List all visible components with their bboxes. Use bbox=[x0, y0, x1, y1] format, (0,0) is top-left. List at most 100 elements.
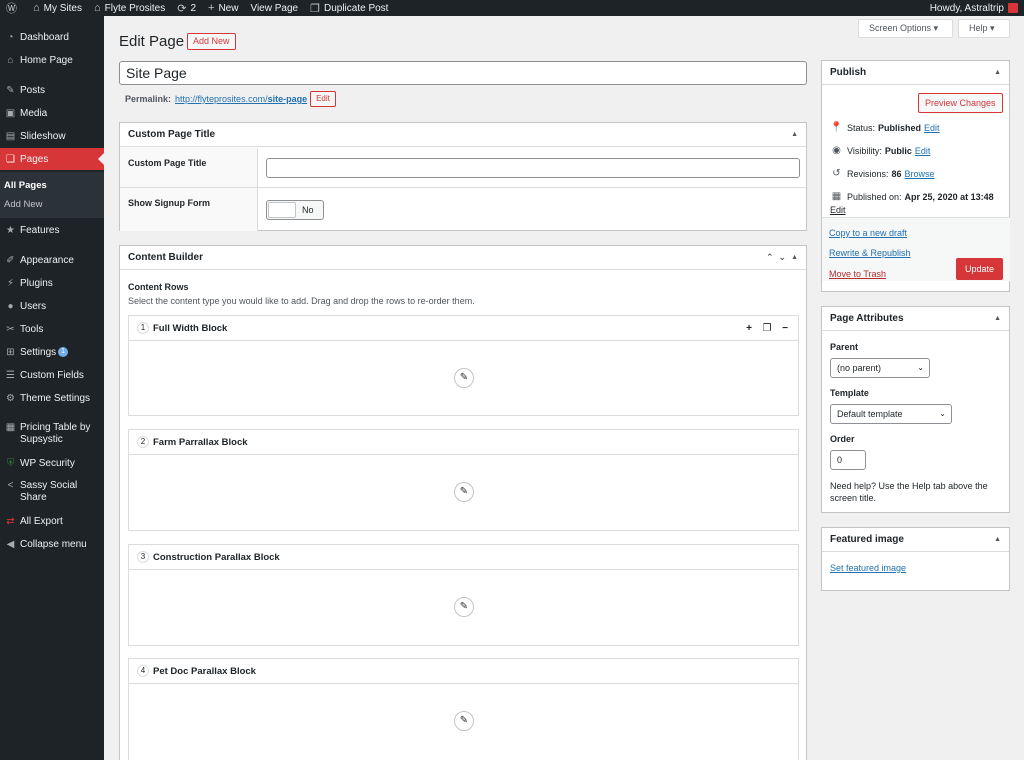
duplicate-row-icon[interactable]: ❐ bbox=[762, 323, 772, 334]
sidebar-item-slideshow[interactable]: ▤ Slideshow bbox=[0, 125, 104, 147]
row-number: 4 bbox=[137, 665, 149, 677]
sidebar-item-media[interactable]: ▣ Media bbox=[0, 102, 104, 124]
order-input[interactable]: 0 bbox=[830, 450, 866, 470]
published-value: Apr 25, 2020 at 13:48 bbox=[904, 191, 994, 202]
featured-image-header[interactable]: Featured image ▲ bbox=[822, 528, 1009, 552]
sidebar-item-home-page[interactable]: ⌂ Home Page bbox=[0, 49, 104, 71]
sidebar-label: Pricing Table by Supsystic bbox=[20, 422, 91, 445]
remove-row-icon[interactable]: − bbox=[780, 323, 790, 334]
row-header[interactable]: 2 Farm Parrallax Block bbox=[129, 430, 798, 455]
collapse-arrow-icon[interactable]: ▲ bbox=[994, 69, 1001, 76]
sidebar-item-tools[interactable]: ✂ Tools bbox=[0, 318, 104, 340]
sidebar-item-all-export[interactable]: ⇄ All Export bbox=[0, 510, 104, 532]
revisions-line: ↺ Revisions: 86 Browse bbox=[830, 168, 935, 179]
sidebar-item-custom-fields[interactable]: ☰ Custom Fields bbox=[0, 364, 104, 386]
visibility-edit-link[interactable]: Edit bbox=[915, 146, 931, 156]
featured-image-box: Featured image ▲ Set featured image bbox=[821, 527, 1010, 591]
published-on-line: ▦ Published on: Apr 25, 2020 at 13:48 bbox=[830, 191, 997, 202]
pin-icon: ✎ bbox=[6, 84, 15, 96]
edit-pencil-icon[interactable]: ✎ bbox=[454, 482, 474, 502]
page-attributes-box: Page Attributes ▲ Parent (no parent) ⌄ Tem… bbox=[821, 306, 1010, 513]
updates-menu[interactable]: ⟳ 2 bbox=[171, 0, 202, 16]
my-sites-menu[interactable]: ⌂ My Sites bbox=[27, 0, 88, 16]
sidebar-item-theme-settings[interactable]: ⚙ Theme Settings bbox=[0, 387, 104, 409]
screen-options-button[interactable]: Screen Options ▾ bbox=[858, 19, 953, 38]
account-menu[interactable]: Howdy, Astraltrip bbox=[924, 0, 1024, 16]
parent-label: Parent bbox=[830, 342, 859, 352]
move-to-trash-link[interactable]: Move to Trash bbox=[829, 269, 886, 279]
row-header[interactable]: 3 Construction Parallax Block bbox=[129, 545, 798, 570]
sidebar-item-posts[interactable]: ✎ Posts bbox=[0, 79, 104, 101]
collapse-arrow-icon[interactable]: ▲ bbox=[791, 131, 798, 138]
eye-icon: ◉ bbox=[832, 145, 841, 156]
sidebar-item-features[interactable]: ★ Features bbox=[0, 219, 104, 241]
sidebar-item-users[interactable]: ● Users bbox=[0, 295, 104, 317]
sidebar-item-sassy-social-share[interactable]: < Sassy Social Share bbox=[0, 476, 104, 506]
set-featured-image-link[interactable]: Set featured image bbox=[830, 563, 906, 573]
collapse-arrow-icon[interactable]: ▲ bbox=[791, 254, 798, 261]
avatar bbox=[1008, 3, 1018, 13]
settings-badge: 1 bbox=[58, 347, 69, 357]
row-number: 1 bbox=[137, 322, 149, 334]
browse-revisions-link[interactable]: Browse bbox=[905, 169, 935, 179]
permalink-link[interactable]: http://flyteprosites.com/site-page bbox=[175, 94, 307, 104]
sidebar-item-appearance[interactable]: ✐ Appearance bbox=[0, 249, 104, 271]
sidebar-item-pages[interactable]: ❏ Pages bbox=[0, 148, 104, 170]
updates-icon: ⟳ bbox=[177, 2, 187, 15]
slideshow-icon: ▤ bbox=[5, 130, 16, 142]
publish-actions: Copy to a new draft Rewrite & Republish … bbox=[822, 217, 1010, 281]
admin-sidebar: ◔ Dashboard ⌂ Home Page ✎ Posts ▣ Media ▤ Sli… bbox=[0, 16, 104, 760]
sidebar-label: Slideshow bbox=[20, 130, 66, 142]
edit-pencil-icon[interactable]: ✎ bbox=[454, 597, 474, 617]
template-value: Default template bbox=[837, 409, 903, 419]
add-row-icon[interactable]: + bbox=[744, 323, 754, 334]
reorder-arrows-icon[interactable]: ⌃⌄ bbox=[766, 252, 791, 263]
duplicate-post-link[interactable]: ❐ Duplicate Post bbox=[304, 0, 394, 16]
chevron-down-icon: ⌄ bbox=[939, 409, 946, 418]
help-button[interactable]: Help ▾ bbox=[958, 19, 1010, 38]
site-name-menu[interactable]: ⌂ Flyte Prosites bbox=[88, 0, 171, 16]
publish-header[interactable]: Publish ▲ bbox=[822, 61, 1009, 85]
custom-page-title-input[interactable] bbox=[266, 158, 800, 178]
new-content-menu[interactable]: + New bbox=[202, 0, 244, 16]
greeting-text: Howdy, Astraltrip bbox=[929, 2, 1004, 14]
view-page-link[interactable]: View Page bbox=[244, 0, 304, 16]
sidebar-label: Tools bbox=[20, 323, 44, 335]
custom-page-title-header[interactable]: Custom Page Title ▲ bbox=[120, 123, 806, 147]
published-edit-link[interactable]: Edit bbox=[830, 205, 846, 215]
update-button[interactable]: Update bbox=[956, 258, 1004, 280]
rewrite-republish-link[interactable]: Rewrite & Republish bbox=[829, 248, 911, 258]
submenu-add-new[interactable]: Add New bbox=[4, 199, 43, 210]
sidebar-label: Media bbox=[20, 107, 48, 119]
pin-icon: 📍 bbox=[830, 122, 843, 133]
row-header[interactable]: 4 Pet Doc Parallax Block bbox=[129, 659, 798, 684]
signup-form-toggle[interactable]: No bbox=[266, 200, 324, 220]
status-edit-link[interactable]: Edit bbox=[924, 123, 940, 133]
copy-to-draft-link[interactable]: Copy to a new draft bbox=[829, 228, 907, 238]
table-icon: ▦ bbox=[5, 422, 16, 433]
page-attributes-header[interactable]: Page Attributes ▲ bbox=[822, 307, 1009, 331]
field-label: Show Signup Form bbox=[120, 188, 258, 231]
add-new-button[interactable]: Add New bbox=[187, 33, 236, 50]
parent-select[interactable]: (no parent) ⌄ bbox=[830, 358, 930, 378]
template-select[interactable]: Default template ⌄ bbox=[830, 404, 952, 424]
row-header[interactable]: 1 Full Width Block + ❐ − bbox=[129, 316, 798, 341]
edit-pencil-icon[interactable]: ✎ bbox=[454, 368, 474, 388]
edit-pencil-icon[interactable]: ✎ bbox=[454, 711, 474, 731]
sidebar-item-plugins[interactable]: ⚡ Plugins bbox=[0, 272, 104, 294]
wordpress-logo[interactable]: Ⓦ bbox=[0, 0, 27, 16]
published-label: Published on: bbox=[847, 191, 902, 202]
post-title-input[interactable]: Site Page bbox=[119, 61, 807, 85]
preview-changes-button[interactable]: Preview Changes bbox=[918, 93, 1003, 113]
sidebar-label: Settings bbox=[20, 346, 57, 358]
sidebar-item-settings[interactable]: ⊞ Settings 1 bbox=[0, 341, 104, 363]
submenu-all-pages[interactable]: All Pages bbox=[4, 180, 47, 191]
content-builder-header[interactable]: Content Builder ⌃⌄ ▲ bbox=[120, 246, 806, 270]
sidebar-item-pricing-table[interactable]: ▦ Pricing Table by Supsystic bbox=[0, 418, 104, 448]
collapse-menu-button[interactable]: ◀ Collapse menu bbox=[0, 533, 104, 555]
permalink-edit-button[interactable]: Edit bbox=[310, 91, 336, 107]
sidebar-item-dashboard[interactable]: ◔ Dashboard bbox=[0, 26, 104, 48]
sidebar-item-wp-security[interactable]: ⛨ WP Security bbox=[0, 452, 104, 474]
collapse-arrow-icon[interactable]: ▲ bbox=[994, 536, 1001, 543]
collapse-arrow-icon[interactable]: ▲ bbox=[994, 315, 1001, 322]
